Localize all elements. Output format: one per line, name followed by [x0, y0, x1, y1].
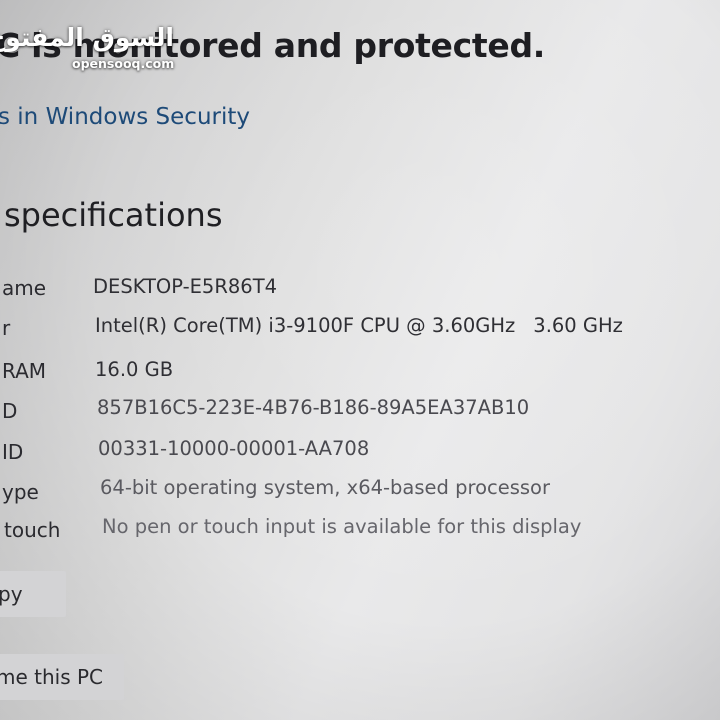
- spec-row-processor: r Intel(R) Core(TM) i3-9100F CPU @ 3.60G…: [0, 310, 720, 348]
- spec-row-system-type: ype 64-bit operating system, x64-based p…: [0, 474, 720, 512]
- rename-this-pc-button[interactable]: me this PC: [0, 654, 124, 700]
- spec-label-product-id: ID: [2, 440, 24, 464]
- windows-security-link[interactable]: s in Windows Security: [0, 104, 250, 130]
- watermark-latin-text: opensooq.com: [72, 56, 175, 71]
- spec-label-device-id: D: [2, 399, 18, 423]
- spec-row-device-name: ame DESKTOP-E5R86T4: [0, 272, 720, 310]
- spec-label-processor: r: [2, 316, 11, 340]
- processor-name: Intel(R) Core(TM) i3-9100F CPU @ 3.60GHz: [95, 314, 516, 337]
- spec-label-installed-ram: RAM: [2, 359, 47, 383]
- spec-value-system-type: 64-bit operating system, x64-based proce…: [100, 476, 550, 499]
- processor-speed: 3.60 GHz: [533, 314, 623, 337]
- spec-label-system-type: ype: [2, 480, 39, 504]
- opensooq-watermark: السوق المفتوح opensooq.com: [0, 23, 175, 74]
- spec-value-pen-and-touch: No pen or touch input is available for t…: [102, 515, 582, 538]
- spec-value-product-id: 00331-10000-00001-AA708: [98, 437, 370, 460]
- copy-button[interactable]: py: [0, 571, 66, 617]
- spec-row-device-id: D 857B16C5-223E-4B76-B186-89A5EA37AB10: [0, 393, 720, 431]
- spec-label-pen-and-touch: touch: [4, 518, 61, 542]
- device-specifications-title: specifications: [4, 196, 223, 234]
- spec-value-device-id: 857B16C5-223E-4B76-B186-89A5EA37AB10: [97, 396, 530, 419]
- spec-label-device-name: ame: [2, 276, 47, 300]
- spec-row-installed-ram: RAM 16.0 GB: [0, 354, 720, 392]
- spec-row-pen-and-touch: touch No pen or touch input is available…: [0, 513, 720, 551]
- spec-row-product-id: ID 00331-10000-00001-AA708: [0, 434, 720, 472]
- spec-value-processor: Intel(R) Core(TM) i3-9100F CPU @ 3.60GHz…: [95, 314, 623, 337]
- watermark-arabic-text: السوق المفتوح: [0, 23, 174, 52]
- spec-value-device-name: DESKTOP-E5R86T4: [93, 275, 278, 298]
- spec-value-installed-ram: 16.0 GB: [95, 358, 174, 381]
